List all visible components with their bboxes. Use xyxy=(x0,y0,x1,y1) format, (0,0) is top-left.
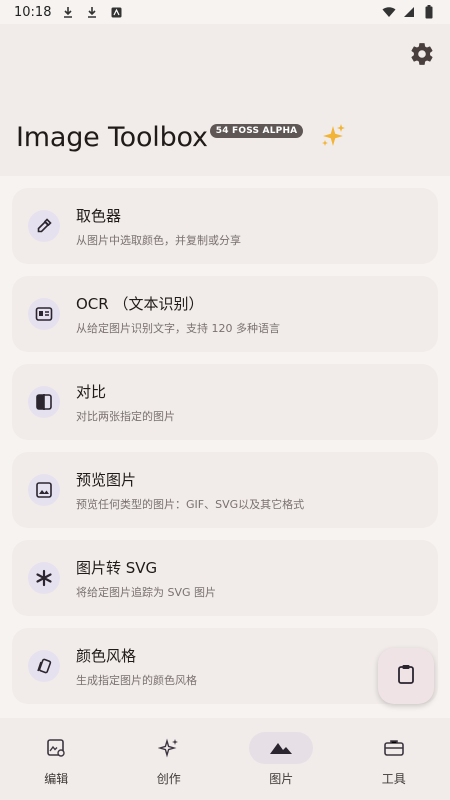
tool-card-ocr[interactable]: OCR （文本识别） 从给定图片识别文字，支持 120 多种语言 xyxy=(12,276,438,352)
tool-card-color-picker[interactable]: 取色器 从图片中选取颜色，并复制或分享 xyxy=(12,188,438,264)
tool-title: 取色器 xyxy=(76,206,122,225)
nav-label: 工具 xyxy=(381,772,406,786)
battery-icon xyxy=(422,5,436,19)
signal-icon xyxy=(402,5,416,19)
tool-title: 图片转 SVG xyxy=(76,558,158,577)
tool-title: OCR （文本识别） xyxy=(76,294,204,313)
mountain-icon xyxy=(249,732,314,764)
tool-title: 预览图片 xyxy=(76,470,137,489)
settings-button[interactable] xyxy=(408,42,436,70)
version-badge: 54 FOSS ALPHA xyxy=(209,124,304,138)
tool-card-color-style[interactable]: 颜色风格 生成指定图片的颜色风格 xyxy=(12,628,438,704)
tool-subtitle: 将给定图片追踪为 SVG 图片 xyxy=(76,585,217,599)
edit-image-icon xyxy=(24,732,88,764)
nav-item-create[interactable]: 创作 xyxy=(113,718,226,800)
asterisk-icon xyxy=(28,562,60,594)
bottom-navigation: 编辑 创作 图片 工具 xyxy=(0,718,450,800)
nav-label: 创作 xyxy=(156,772,181,786)
tool-subtitle: 对比两张指定的图片 xyxy=(76,409,175,423)
tool-subtitle: 生成指定图片的颜色风格 xyxy=(76,673,197,687)
tool-subtitle: 从图片中选取颜色，并复制或分享 xyxy=(76,233,241,247)
tool-card-preview-image[interactable]: 预览图片 预览任何类型的图片：GIF、SVG以及其它格式 xyxy=(12,452,438,528)
nav-label: 编辑 xyxy=(44,772,69,786)
download-icon xyxy=(85,5,99,19)
palette-style-icon xyxy=(28,650,60,682)
eyedropper-icon xyxy=(28,210,60,242)
gear-icon xyxy=(409,41,435,71)
status-bar: 10:18 xyxy=(0,0,450,24)
tool-title: 对比 xyxy=(76,382,107,401)
page-title: Image Toolbox xyxy=(16,122,208,153)
image-preview-icon xyxy=(28,474,60,506)
toolbox-icon xyxy=(362,732,426,764)
tool-subtitle: 从给定图片识别文字，支持 120 多种语言 xyxy=(76,321,280,335)
tool-title: 颜色风格 xyxy=(76,646,137,665)
nav-label: 图片 xyxy=(269,772,294,786)
app-notification-icon xyxy=(109,5,123,19)
clipboard-icon xyxy=(395,663,417,689)
tool-card-compare[interactable]: 对比 对比两张指定的图片 xyxy=(12,364,438,440)
sparkle-create-icon xyxy=(137,732,201,764)
app-header: Image Toolbox 54 FOSS ALPHA xyxy=(0,24,450,176)
nav-item-edit[interactable]: 编辑 xyxy=(0,718,113,800)
download-icon xyxy=(61,5,75,19)
status-time: 10:18 xyxy=(14,4,52,20)
nav-item-tools[interactable]: 工具 xyxy=(338,718,450,800)
tool-subtitle: 预览任何类型的图片：GIF、SVG以及其它格式 xyxy=(76,497,305,511)
compare-icon xyxy=(28,386,60,418)
sparkles-icon[interactable] xyxy=(319,122,347,156)
paste-fab-button[interactable] xyxy=(378,648,434,704)
ocr-icon xyxy=(28,298,60,330)
nav-item-images[interactable]: 图片 xyxy=(225,718,338,800)
tool-card-image-to-svg[interactable]: 图片转 SVG 将给定图片追踪为 SVG 图片 xyxy=(12,540,438,616)
wifi-icon xyxy=(382,5,396,19)
